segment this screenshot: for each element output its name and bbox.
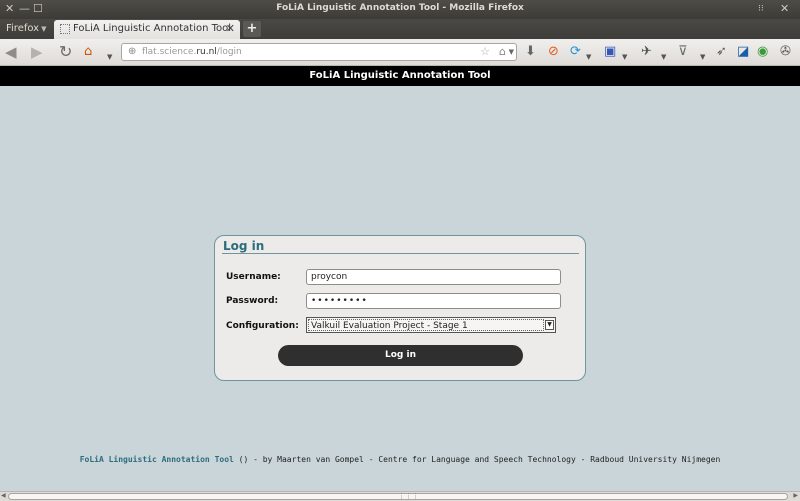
home-icon[interactable]: ⌂ xyxy=(84,44,92,60)
navigation-toolbar: ◀ ▶ ↻ ⌂ ▼ ⊕ flat.science.ru.nl/login ☆ ⌂… xyxy=(0,39,800,66)
window-title: FoLiA Linguistic Annotation Tool - Mozil… xyxy=(276,3,524,13)
reload-icon[interactable]: ↻ xyxy=(59,44,72,60)
tab-close-icon[interactable]: ✕ xyxy=(226,22,235,35)
grip-icon: ⋮⋮⋮ xyxy=(398,492,419,500)
chevron-down-icon[interactable]: ▼ xyxy=(509,48,514,56)
configuration-value: Valkuil Evaluation Project - Stage 1 xyxy=(311,321,468,331)
footer-text: () - by Maarten van Gompel - Centre for … xyxy=(233,455,721,464)
window-close-icon[interactable]: ✕ xyxy=(780,2,789,16)
home-icon[interactable]: ⌂ xyxy=(499,45,506,58)
page-footer: FoLiA Linguistic Annotation Tool () - by… xyxy=(0,455,800,464)
forward-icon[interactable]: ▶ xyxy=(31,44,43,60)
favicon-icon xyxy=(60,24,70,34)
sync-icon[interactable]: ⟳ xyxy=(570,44,581,60)
send-icon[interactable]: ➶ xyxy=(716,44,727,60)
login-title: Log in xyxy=(223,239,265,253)
chevron-down-icon[interactable]: ▼ xyxy=(586,49,591,65)
password-field[interactable]: ••••••••• xyxy=(306,293,561,309)
firefox-window: ✕ — ☐ FoLiA Linguistic Annotation Tool -… xyxy=(0,0,800,501)
extension-icon[interactable]: ◉ xyxy=(757,44,768,60)
firefox-menu-label: Firefox xyxy=(6,23,40,34)
globe-icon: ⊕ xyxy=(128,46,137,57)
password-label: Password: xyxy=(226,296,279,306)
window-menu-icon[interactable]: ⁝⁝ xyxy=(758,2,764,16)
bookmark-icon[interactable]: ▣ xyxy=(604,44,616,60)
tab-folia[interactable]: FoLiA Linguistic Annotation Tool ✕ xyxy=(54,20,240,39)
bookmark-star-icon[interactable]: ☆ xyxy=(480,45,490,58)
configuration-select[interactable]: Valkuil Evaluation Project - Stage 1 ▼ xyxy=(306,317,556,333)
chevron-down-icon[interactable]: ▼ xyxy=(107,49,112,65)
scrollbar-thumb[interactable]: ⋮⋮⋮ xyxy=(8,492,788,500)
login-button[interactable]: Log in xyxy=(278,345,523,366)
username-field[interactable] xyxy=(306,269,561,285)
username-label: Username: xyxy=(226,272,281,282)
chevron-down-icon: ▼ xyxy=(41,25,47,33)
scroll-left-icon[interactable]: ◀ xyxy=(1,492,6,499)
share-icon[interactable]: ✈ xyxy=(641,44,652,60)
page-header: FoLiA Linguistic Annotation Tool xyxy=(0,66,800,86)
tab-strip: Firefox ▼ FoLiA Linguistic Annotation Too… xyxy=(0,19,800,39)
footer-link[interactable]: FoLiA Linguistic Annotation Tool xyxy=(80,455,234,464)
chevron-down-icon[interactable]: ▼ xyxy=(700,49,705,65)
url-bar[interactable]: ⊕ flat.science.ru.nl/login ☆ ⌂ ▼ xyxy=(121,43,517,61)
divider xyxy=(222,253,579,254)
tab-title: FoLiA Linguistic Annotation Tool xyxy=(73,23,232,34)
firefox-menu-button[interactable]: Firefox ▼ xyxy=(0,19,52,39)
new-tab-button[interactable]: + xyxy=(243,21,261,37)
configuration-label: Configuration: xyxy=(226,321,299,331)
login-form: Log in Username: Password: ••••••••• Con… xyxy=(214,235,586,381)
extension-icon[interactable]: ◪ xyxy=(737,44,749,60)
chevron-down-icon[interactable]: ▼ xyxy=(545,320,554,330)
addon-icon[interactable]: ⊘ xyxy=(548,44,559,60)
url-text[interactable]: flat.science.ru.nl/login xyxy=(142,47,242,57)
horizontal-scrollbar[interactable]: ◀ ⋮⋮⋮ ▶ xyxy=(0,491,800,501)
page-content: FoLiA Linguistic Annotation Tool Log in … xyxy=(0,66,800,491)
menu-icon[interactable]: ✇ xyxy=(780,44,791,60)
scroll-right-icon[interactable]: ▶ xyxy=(793,492,798,499)
back-icon[interactable]: ◀ xyxy=(5,44,17,60)
pocket-icon[interactable]: ⊽ xyxy=(678,44,688,60)
chevron-down-icon[interactable]: ▼ xyxy=(622,49,627,65)
download-icon[interactable]: ⬇ xyxy=(525,44,536,60)
title-bar: ✕ — ☐ FoLiA Linguistic Annotation Tool -… xyxy=(0,0,800,19)
chevron-down-icon[interactable]: ▼ xyxy=(661,49,666,65)
